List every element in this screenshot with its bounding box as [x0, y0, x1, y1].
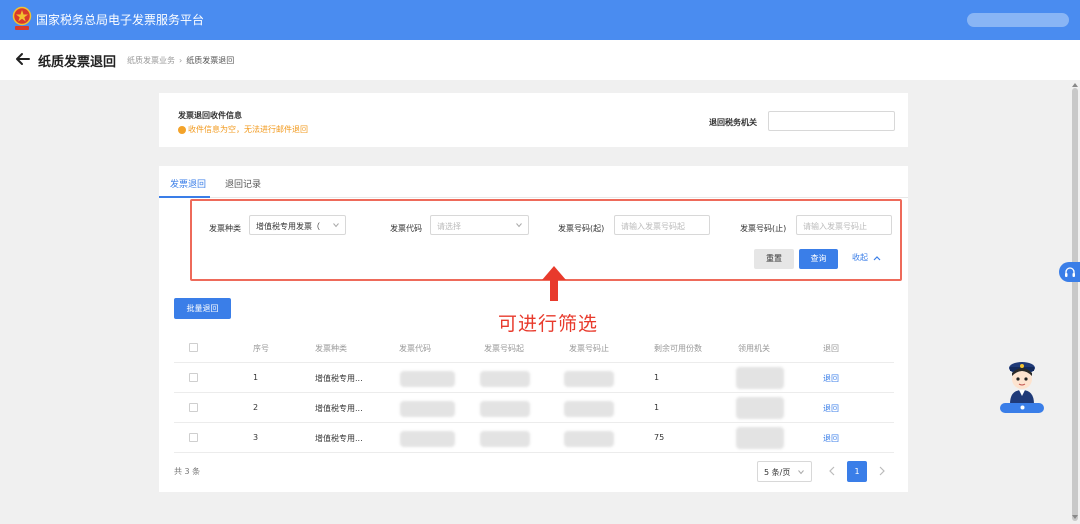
tax-office-input[interactable]: [768, 111, 895, 131]
row-end-redacted: [564, 371, 614, 387]
invoice-type-label: 发票种类: [209, 224, 241, 233]
invoice-start-label: 发票号码(起): [558, 224, 605, 233]
prev-page-icon[interactable]: [828, 466, 836, 476]
row-remaining: 1: [654, 373, 660, 382]
invoice-type-select[interactable]: 增值税专用发票（: [249, 215, 346, 235]
page-size-value: 5 条/页: [764, 468, 791, 477]
receive-info-warning: 收件信息为空，无法进行邮件退回: [178, 124, 308, 135]
query-button[interactable]: 查询: [799, 249, 838, 269]
header-code: 发票代码: [399, 344, 431, 353]
row-remaining: 75: [654, 433, 665, 442]
headset-icon: [1065, 267, 1075, 277]
app-title: 国家税务总局电子发票服务平台: [36, 13, 205, 27]
row-end-redacted: [564, 431, 614, 447]
breadcrumb-item-current: 纸质发票退回: [186, 56, 235, 65]
row-type: 增值税专用...: [315, 434, 363, 443]
table-header: 序号 发票种类 发票代码 发票号码起 发票号码止 剩余可用份数 领用机关 退回: [174, 333, 894, 363]
tax-emblem-icon: [12, 6, 32, 30]
header-type: 发票种类: [315, 344, 347, 353]
breadcrumb-separator-icon: ›: [179, 56, 183, 65]
total-count: 共 3 条: [174, 467, 201, 476]
row-return-link[interactable]: 退回: [823, 433, 839, 444]
row-index: 2: [253, 403, 259, 412]
row-checkbox[interactable]: [189, 373, 198, 382]
page-scrollbar[interactable]: [1070, 80, 1080, 524]
row-end-redacted: [564, 401, 614, 417]
row-code-redacted: [400, 431, 455, 447]
row-type: 增值税专用...: [315, 404, 363, 413]
receive-info-title: 发票退回收件信息: [178, 111, 242, 120]
row-start-redacted: [480, 371, 530, 387]
row-remaining: 1: [654, 403, 660, 412]
breadcrumb: 纸质发票业务 › 纸质发票退回: [127, 55, 234, 66]
header-end: 发票号码止: [569, 344, 609, 353]
collapse-toggle[interactable]: 收起: [852, 252, 882, 263]
reset-button[interactable]: 重置: [754, 249, 794, 269]
table-row: 1 增值税专用... 1 退回: [174, 363, 894, 393]
row-type: 增值税专用...: [315, 374, 363, 383]
page-1-button[interactable]: 1: [847, 461, 867, 482]
invoice-type-value: 增值税专用发票（: [256, 222, 320, 231]
chevron-down-icon: [797, 470, 804, 475]
row-index: 3: [253, 433, 259, 442]
headset-small-icon: [1020, 405, 1024, 410]
tab-divider: [159, 197, 908, 198]
row-office-redacted: [736, 367, 784, 389]
invoice-end-label: 发票号码(止): [740, 224, 787, 233]
online-support-button[interactable]: [1059, 262, 1080, 282]
annotation-text: 可进行筛选: [498, 313, 599, 335]
invoice-end-input[interactable]: 请输入发票号码止: [796, 215, 892, 235]
invoice-table: 序号 发票种类 发票代码 发票号码起 发票号码止 剩余可用份数 领用机关 退回 …: [174, 333, 894, 453]
header-office: 领用机关: [738, 344, 770, 353]
row-start-redacted: [480, 431, 530, 447]
row-index: 1: [253, 373, 259, 382]
breadcrumb-item-paper-invoice[interactable]: 纸质发票业务: [127, 56, 175, 65]
next-page-icon[interactable]: [878, 466, 886, 476]
warning-icon: [178, 125, 186, 134]
red-arrow-icon: [542, 266, 566, 301]
row-code-redacted: [400, 371, 455, 387]
scroll-thumb[interactable]: [1072, 88, 1078, 521]
user-info[interactable]: [967, 13, 1069, 27]
warning-text: 收件信息为空，无法进行邮件退回: [188, 125, 308, 134]
page-size-select[interactable]: 5 条/页: [757, 461, 812, 482]
row-return-link[interactable]: 退回: [823, 403, 839, 414]
mascot-label[interactable]: [1000, 403, 1044, 413]
header-remaining: 剩余可用份数: [654, 344, 702, 353]
assistant-mascot-icon[interactable]: [1000, 358, 1044, 404]
select-all-checkbox[interactable]: [189, 343, 198, 352]
batch-return-button[interactable]: 批量退回: [174, 298, 231, 319]
invoice-start-input[interactable]: 请输入发票号码起: [614, 215, 710, 235]
row-start-redacted: [480, 401, 530, 417]
row-checkbox[interactable]: [189, 433, 198, 442]
table-row: 2 增值税专用... 1 退回: [174, 393, 894, 423]
row-checkbox[interactable]: [189, 403, 198, 412]
chevron-down-icon: [516, 223, 522, 228]
row-office-redacted: [736, 397, 784, 419]
row-office-redacted: [736, 427, 784, 449]
invoice-code-placeholder: 请选择: [437, 222, 461, 231]
tax-office-label: 退回税务机关: [709, 118, 757, 127]
header-start: 发票号码起: [484, 344, 524, 353]
invoice-code-select[interactable]: 请选择: [430, 215, 529, 235]
header-index: 序号: [253, 344, 269, 353]
back-arrow-icon[interactable]: [14, 50, 32, 68]
chevron-down-icon: [333, 223, 339, 228]
row-code-redacted: [400, 401, 455, 417]
page-header: 纸质发票退回 纸质发票业务 › 纸质发票退回: [0, 40, 1080, 80]
active-tab-indicator: [159, 196, 210, 198]
table-row: 3 增值税专用... 75 退回: [174, 423, 894, 453]
chevron-up-icon: [873, 255, 881, 260]
scroll-down-icon[interactable]: [1071, 514, 1079, 520]
tab-invoice-return[interactable]: 发票退回: [170, 177, 206, 190]
invoice-code-label: 发票代码: [390, 224, 422, 233]
header-return: 退回: [823, 344, 839, 353]
row-return-link[interactable]: 退回: [823, 373, 839, 384]
page-title: 纸质发票退回: [38, 55, 117, 70]
receive-info-card: 发票退回收件信息 收件信息为空，无法进行邮件退回 退回税务机关: [159, 93, 908, 147]
collapse-label: 收起: [852, 253, 868, 262]
scroll-up-icon[interactable]: [1071, 82, 1079, 88]
tab-return-records[interactable]: 退回记录: [225, 177, 261, 190]
top-bar: 国家税务总局电子发票服务平台: [0, 0, 1080, 40]
